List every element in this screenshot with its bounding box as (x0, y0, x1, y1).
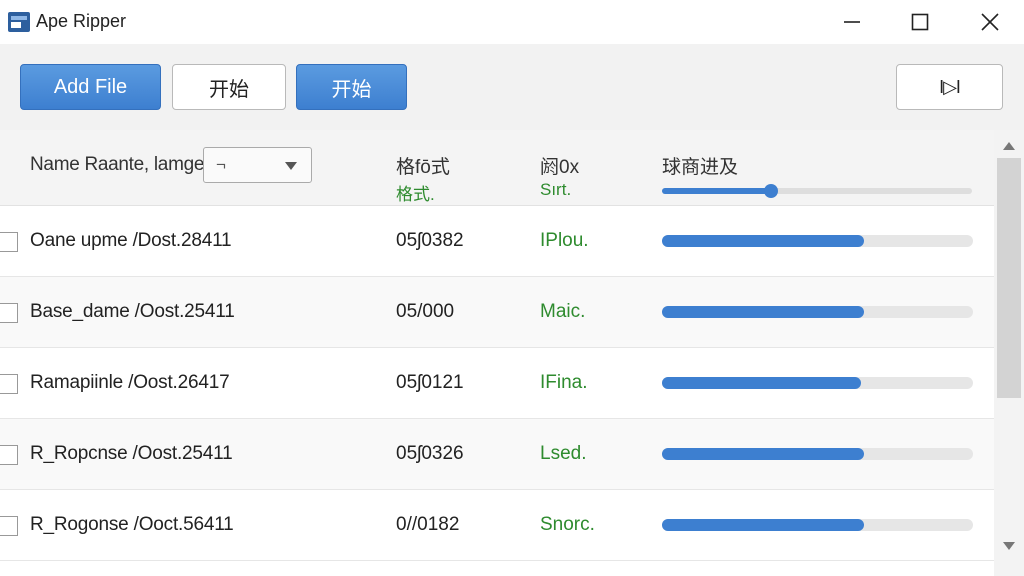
list-item[interactable]: Ramapiinle /Oost.26417 05ʃ0121 IFina. (0, 348, 994, 419)
progress-bar (662, 306, 973, 318)
progress-fill (662, 377, 862, 389)
minimize-icon (844, 21, 860, 23)
column-header-progress[interactable]: 球商进及 (662, 152, 738, 179)
row-checkbox[interactable] (0, 303, 18, 323)
row-checkbox[interactable] (0, 374, 18, 394)
progress-fill (662, 306, 865, 318)
slider-handle[interactable] (763, 184, 778, 198)
file-name: Base_dame /Oost.25411 (30, 301, 235, 322)
file-number: 05/000 (396, 301, 455, 322)
close-button[interactable] (956, 0, 1024, 44)
file-name: Ramapiinle /Oost.26417 (30, 372, 230, 393)
skip-icon: I▷I (939, 76, 961, 97)
list-item[interactable]: R_Ropcnse /Oost.25411 05ʃ0326 Lsed. (0, 419, 994, 490)
file-number: 05ʃ0326 (396, 443, 464, 464)
triangle-up-icon (1003, 142, 1015, 150)
progress-bar (662, 377, 973, 389)
file-number: 05ʃ0121 (396, 372, 464, 393)
file-status: IPlou. (540, 230, 589, 251)
header-slider[interactable] (662, 184, 972, 198)
vertical-scrollbar[interactable] (994, 130, 1024, 576)
column-subheader-format: 格式. (396, 185, 435, 204)
list-header: Name Raante, lamge ¬ 格fō式 格式. 阏0x Sırt. … (0, 130, 994, 206)
file-name: Oane upme /Dost.28411 (30, 230, 232, 251)
chevron-down-icon (277, 156, 305, 176)
row-checkbox[interactable] (0, 445, 18, 465)
progress-fill (662, 519, 865, 531)
column-header-format[interactable]: 格fō式 (396, 152, 450, 179)
slider-fill (662, 188, 771, 194)
triangle-down-icon (1003, 542, 1015, 550)
scrollbar-thumb[interactable] (997, 158, 1021, 398)
column-subheader-status: Sırt. (540, 180, 572, 199)
dropdown-value: ¬ (216, 155, 226, 174)
app-icon (8, 12, 30, 32)
maximize-icon (911, 13, 929, 31)
file-status: Snorc. (540, 514, 595, 535)
name-filter-dropdown[interactable]: ¬ (203, 147, 312, 183)
file-name: R_Ropcnse /Oost.25411 (30, 443, 233, 464)
file-status: Maic. (540, 301, 586, 322)
minimize-button[interactable] (818, 0, 886, 44)
file-name: R_Rogonse /Ooct.56411 (30, 514, 234, 535)
progress-fill (662, 448, 865, 460)
column-header-status[interactable]: 阏0x (540, 152, 579, 179)
start-primary-button[interactable]: 开始 (296, 64, 407, 110)
title-bar: Ape Ripper (0, 0, 1024, 44)
progress-bar (662, 448, 973, 460)
file-number: 0//0182 (396, 514, 460, 535)
toolbar: Add File 开始 开始 I▷I (0, 44, 1024, 130)
progress-bar (662, 519, 973, 531)
file-status: Lsed. (540, 443, 587, 464)
progress-bar (662, 235, 973, 247)
scroll-down-button[interactable] (994, 536, 1024, 556)
add-file-button[interactable]: Add File (20, 64, 161, 110)
close-icon (981, 13, 999, 31)
file-number: 05ʃ0382 (396, 230, 464, 251)
progress-fill (662, 235, 865, 247)
list-item[interactable]: Base_dame /Oost.25411 05/000 Maic. (0, 277, 994, 348)
start-button[interactable]: 开始 (172, 64, 286, 110)
scroll-up-button[interactable] (994, 136, 1024, 156)
list-item[interactable]: Oane upme /Dost.28411 05ʃ0382 IPlou. (0, 206, 994, 277)
skip-button[interactable]: I▷I (896, 64, 1003, 110)
window-title: Ape Ripper (36, 11, 127, 31)
row-checkbox[interactable] (0, 232, 18, 252)
list-item[interactable]: R_Rogonse /Ooct.56411 0//0182 Snorc. (0, 490, 994, 561)
file-status: IFina. (540, 372, 588, 393)
maximize-button[interactable] (886, 0, 954, 44)
column-header-name[interactable]: Name Raante, lamge (30, 154, 204, 176)
row-checkbox[interactable] (0, 516, 18, 536)
